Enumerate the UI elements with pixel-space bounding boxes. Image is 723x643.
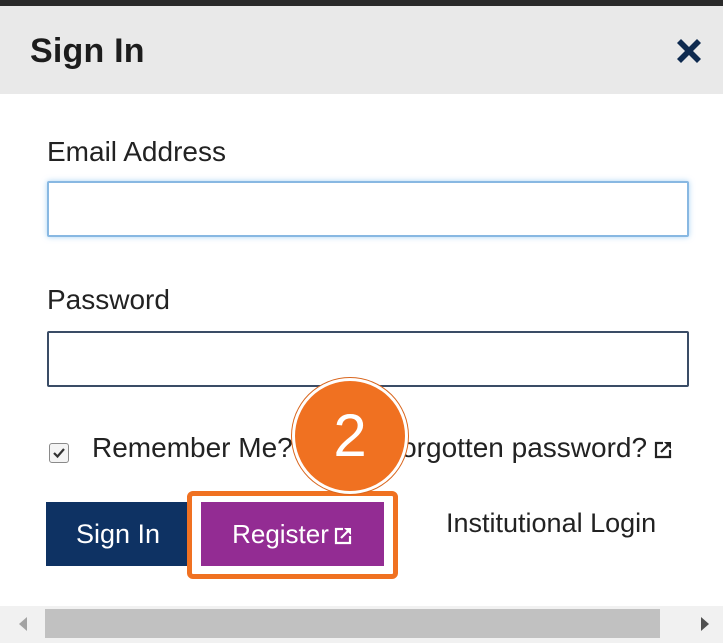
remember-label: Remember Me? xyxy=(92,432,293,463)
scroll-right-arrow-icon[interactable] xyxy=(700,617,710,631)
dialog-title: Sign In xyxy=(30,32,145,70)
email-label: Email Address xyxy=(47,136,226,167)
institutional-login-link[interactable]: Institutional Login xyxy=(446,508,656,539)
forgot-password-text: Forgotten password? xyxy=(384,432,648,463)
forgot-password-link[interactable]: Forgotten password? xyxy=(384,432,673,464)
password-label: Password xyxy=(47,284,170,315)
external-link-icon xyxy=(334,527,352,544)
close-icon[interactable] xyxy=(672,34,706,68)
email-input[interactable] xyxy=(47,181,689,237)
scroll-left-arrow-icon[interactable] xyxy=(18,617,28,631)
step-number-badge: 2 xyxy=(292,378,408,494)
register-button[interactable]: Register xyxy=(201,502,384,566)
register-label: Register xyxy=(232,518,329,549)
external-link-icon xyxy=(654,441,672,458)
check-icon xyxy=(53,448,65,459)
password-input[interactable] xyxy=(47,331,689,387)
scrollbar-thumb[interactable] xyxy=(45,609,660,638)
horizontal-scrollbar[interactable] xyxy=(0,606,723,643)
dialog-header: Sign In xyxy=(0,6,723,94)
remember-checkbox[interactable] xyxy=(49,443,69,463)
sign-in-button[interactable]: Sign In xyxy=(46,502,190,566)
